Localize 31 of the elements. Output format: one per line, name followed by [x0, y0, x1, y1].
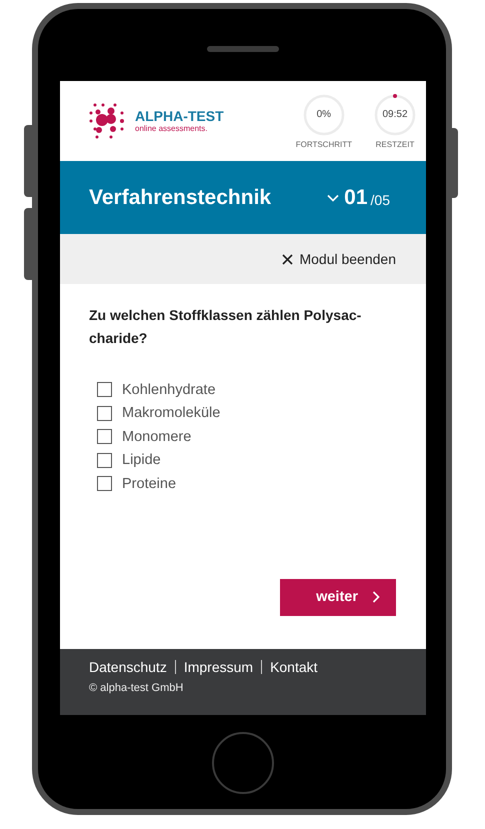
option-label: Lipide	[122, 452, 161, 468]
chevron-down-icon[interactable]	[327, 194, 340, 202]
option-label: Kohlenhydrate	[122, 382, 216, 398]
option-label: Proteine	[122, 476, 176, 492]
module-title: Verfahrenstechnik	[89, 186, 272, 210]
checkbox[interactable]	[97, 429, 112, 444]
question-number: 01	[344, 186, 368, 210]
logo-name: ALPHA-TEST	[135, 109, 224, 124]
question-text: Zu welchen Stoffklassen zählen Polysac-charide?	[89, 306, 362, 348]
checkbox[interactable]	[97, 382, 112, 398]
question-total: /05	[370, 192, 390, 208]
option-label: Makromoleküle	[122, 405, 220, 422]
progress-value: 0%	[316, 108, 332, 122]
chevron-right-icon	[372, 591, 380, 603]
footer-link[interactable]: Kontakt	[270, 659, 318, 675]
checkbox[interactable]	[97, 406, 112, 421]
timer-label: RESTZEIT	[376, 140, 414, 148]
progress-label: FORTSCHRITT	[296, 140, 352, 148]
timer-value: 09:52	[381, 108, 409, 122]
logo-icon	[89, 103, 125, 139]
copyright-text: © alpha-test GmbH	[89, 682, 184, 694]
footer-link[interactable]: Datenschutz	[89, 659, 167, 675]
speaker-grille	[207, 46, 279, 52]
option-label: Monomere	[122, 428, 192, 445]
close-icon	[282, 254, 294, 264]
checkbox[interactable]	[97, 476, 112, 492]
logo-tagline: online assessments.	[135, 124, 208, 133]
checkbox[interactable]	[97, 452, 112, 468]
exit-module-link[interactable]: Modul beenden	[282, 251, 396, 267]
next-button[interactable]: weiter	[280, 578, 396, 616]
footer-link[interactable]: Impressum	[184, 659, 254, 675]
